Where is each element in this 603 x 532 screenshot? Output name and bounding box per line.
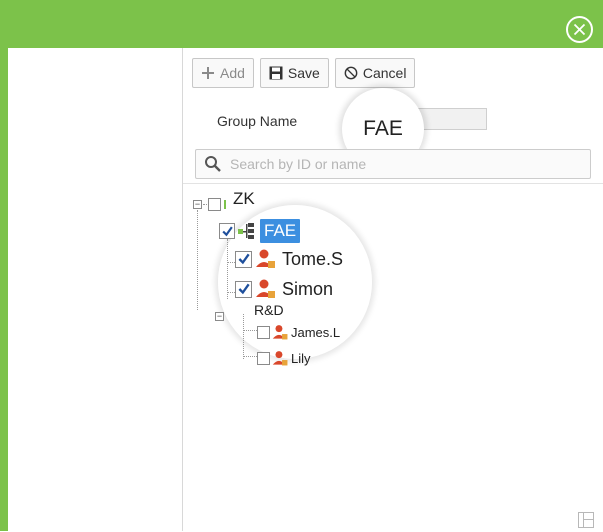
add-button[interactable]: Add bbox=[192, 58, 254, 88]
collapse-icon[interactable]: − bbox=[193, 199, 202, 209]
user-checkbox[interactable] bbox=[235, 280, 252, 298]
tree-node-user[interactable]: James.L bbox=[257, 324, 340, 341]
search-box bbox=[195, 149, 591, 179]
main-panel: Add Save Cancel Group Name FAE Search by… bbox=[183, 48, 603, 532]
cancel-icon bbox=[344, 66, 358, 80]
search-icon bbox=[205, 156, 221, 172]
left-panel bbox=[8, 48, 183, 531]
add-button-label: Add bbox=[220, 65, 245, 81]
collapse-icon[interactable]: − bbox=[215, 311, 224, 321]
tree-node-label-selected: FAE bbox=[260, 219, 301, 243]
org-tree: − ZK FAE Tome.S Simon − R&D James.L Lily bbox=[183, 184, 603, 532]
tree-line bbox=[243, 330, 257, 331]
save-button[interactable]: Save bbox=[259, 58, 329, 88]
user-icon bbox=[272, 350, 289, 367]
cancel-button-label: Cancel bbox=[362, 65, 407, 81]
tree-node-user[interactable]: Lily bbox=[257, 350, 311, 367]
tree-node-label: Simon bbox=[282, 278, 334, 299]
tree-node-label: Lily bbox=[291, 351, 311, 366]
user-checkbox[interactable] bbox=[257, 352, 270, 365]
root-checkbox[interactable] bbox=[208, 197, 221, 211]
tree-line bbox=[227, 239, 228, 299]
save-icon bbox=[269, 66, 283, 80]
tree-scroll-area[interactable]: − ZK FAE Tome.S Simon − R&D James.L Lily bbox=[183, 183, 603, 532]
tree-node-user[interactable]: Tome.S bbox=[235, 248, 343, 270]
tree-line bbox=[197, 210, 198, 310]
left-accent-strip bbox=[0, 48, 8, 531]
save-button-label: Save bbox=[287, 65, 320, 81]
user-checkbox[interactable] bbox=[257, 326, 270, 339]
tree-node-label: James.L bbox=[291, 325, 341, 340]
org-icon bbox=[224, 199, 229, 209]
close-icon bbox=[573, 23, 586, 36]
tree-node-user[interactable]: Simon bbox=[235, 278, 333, 300]
tree-node-group-rd[interactable]: − R&D bbox=[215, 302, 284, 324]
tree-line bbox=[243, 356, 257, 357]
user-icon bbox=[255, 248, 277, 270]
search-input[interactable] bbox=[228, 155, 582, 173]
tree-node-root[interactable]: − ZK bbox=[193, 189, 255, 214]
user-icon bbox=[255, 278, 277, 300]
tree-node-label: R&D bbox=[254, 302, 284, 318]
group-name-label: Group Name bbox=[217, 113, 298, 129]
org-chart-icon bbox=[238, 222, 256, 240]
user-checkbox[interactable] bbox=[235, 250, 252, 268]
panel-layout-icon[interactable] bbox=[578, 512, 594, 528]
tree-node-label: ZK bbox=[233, 189, 255, 208]
close-button[interactable] bbox=[566, 16, 593, 43]
tree-node-group-fae[interactable]: FAE bbox=[219, 219, 301, 243]
group-name-field[interactable] bbox=[415, 108, 487, 130]
group-name-value: FAE bbox=[363, 117, 403, 140]
toolbar: Add Save Cancel bbox=[192, 58, 416, 88]
user-icon bbox=[272, 324, 289, 341]
group-fae-checkbox[interactable] bbox=[219, 223, 235, 239]
cancel-button[interactable]: Cancel bbox=[334, 58, 416, 88]
check-icon bbox=[238, 283, 250, 295]
plus-icon bbox=[201, 66, 215, 80]
check-icon bbox=[238, 253, 250, 265]
tree-node-label: Tome.S bbox=[282, 248, 344, 269]
check-icon bbox=[221, 226, 233, 236]
dialog-header bbox=[0, 0, 603, 48]
